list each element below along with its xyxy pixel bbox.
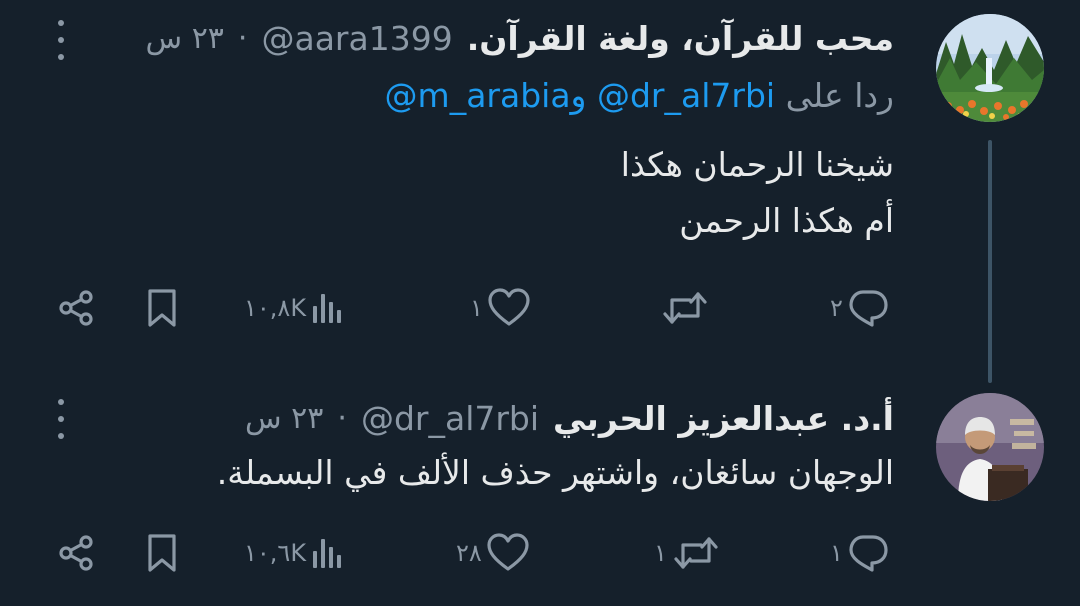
timestamp[interactable]: ٢٣ س	[146, 21, 224, 56]
reply-count: ١	[830, 539, 843, 567]
avatar[interactable]	[936, 14, 1044, 122]
timestamp[interactable]: ٢٣ س	[245, 401, 323, 436]
bookmark-icon	[148, 289, 176, 327]
separator: ·	[337, 400, 347, 436]
reply-count: ٢	[830, 294, 843, 322]
separator: ·	[237, 20, 248, 56]
action-bar: ١٠,٦K ٢٨ ١ ١	[0, 523, 1080, 583]
tweet-text-line: أم هكذا الرحمن	[679, 201, 894, 240]
tweet[interactable]: أ.د. عبدالعزيز الحربي @dr_al7rbi · ٢٣ س …	[0, 375, 1080, 606]
action-bar: ١٠,٨K ١ ٢	[0, 278, 1080, 338]
mention-joiner: و	[570, 76, 587, 115]
retweet-icon	[674, 537, 718, 569]
mention-link[interactable]: @dr_al7rbi	[597, 76, 775, 115]
handle[interactable]: @dr_al7rbi	[361, 399, 539, 438]
views-count: ١٠,٨K	[244, 294, 307, 322]
tweet-text: الوجهان سائغان، واشتهر حذف الألف في البس…	[217, 445, 894, 501]
bookmark-icon	[148, 534, 176, 572]
more-icon[interactable]	[50, 399, 72, 439]
mention-link[interactable]: @m_arabia	[385, 76, 571, 115]
heart-icon	[487, 533, 529, 571]
tweet-header: محب للقرآن، ولغة القرآن. @aara1399 · ٢٣ …	[146, 11, 894, 65]
tweet-header: أ.د. عبدالعزيز الحربي @dr_al7rbi · ٢٣ س	[245, 391, 894, 445]
display-name[interactable]: أ.د. عبدالعزيز الحربي	[553, 399, 894, 438]
share-icon	[59, 535, 93, 571]
like-count: ١	[470, 294, 483, 322]
tweet[interactable]: محب للقرآن، ولغة القرآن. @aara1399 · ٢٣ …	[0, 0, 1080, 383]
retweet-count: ١	[654, 539, 667, 567]
heart-icon	[488, 288, 530, 326]
more-icon[interactable]	[50, 20, 72, 60]
avatar[interactable]	[936, 393, 1044, 501]
bookmark-button[interactable]	[144, 278, 180, 338]
replying-to-label: ردا على	[785, 76, 894, 115]
like-button[interactable]: ١	[470, 278, 531, 338]
tweet-text-line: شيخنا الرحمان هكذا	[620, 145, 894, 184]
reply-button[interactable]: ١	[830, 523, 889, 583]
share-icon	[59, 290, 93, 326]
bookmark-button[interactable]	[144, 523, 180, 583]
like-count: ٢٨	[456, 539, 482, 567]
views-button[interactable]: ١٠,٨K	[244, 278, 344, 338]
tweet-text-line: الوجهان سائغان، واشتهر حذف الألف في البس…	[216, 453, 894, 492]
thread-line	[988, 140, 992, 383]
share-button[interactable]	[56, 523, 96, 583]
display-name[interactable]: محب للقرآن، ولغة القرآن.	[467, 19, 894, 58]
tweet-text: شيخنا الرحمان هكذا أم هكذا الرحمن	[621, 137, 894, 249]
views-count: ١٠,٦K	[244, 539, 307, 567]
retweet-button[interactable]	[660, 278, 714, 338]
retweet-icon	[663, 292, 707, 324]
reply-icon	[849, 535, 888, 572]
handle[interactable]: @aara1399	[261, 19, 452, 58]
replying-to: ردا على @dr_al7rbi و@m_arabia	[385, 76, 894, 115]
like-button[interactable]: ٢٨	[456, 523, 530, 583]
views-icon	[313, 539, 342, 568]
retweet-button[interactable]: ١	[654, 523, 721, 583]
views-icon	[313, 294, 342, 323]
reply-button[interactable]: ٢	[830, 278, 889, 338]
views-button[interactable]: ١٠,٦K	[244, 523, 344, 583]
share-button[interactable]	[56, 278, 96, 338]
reply-icon	[849, 290, 888, 327]
